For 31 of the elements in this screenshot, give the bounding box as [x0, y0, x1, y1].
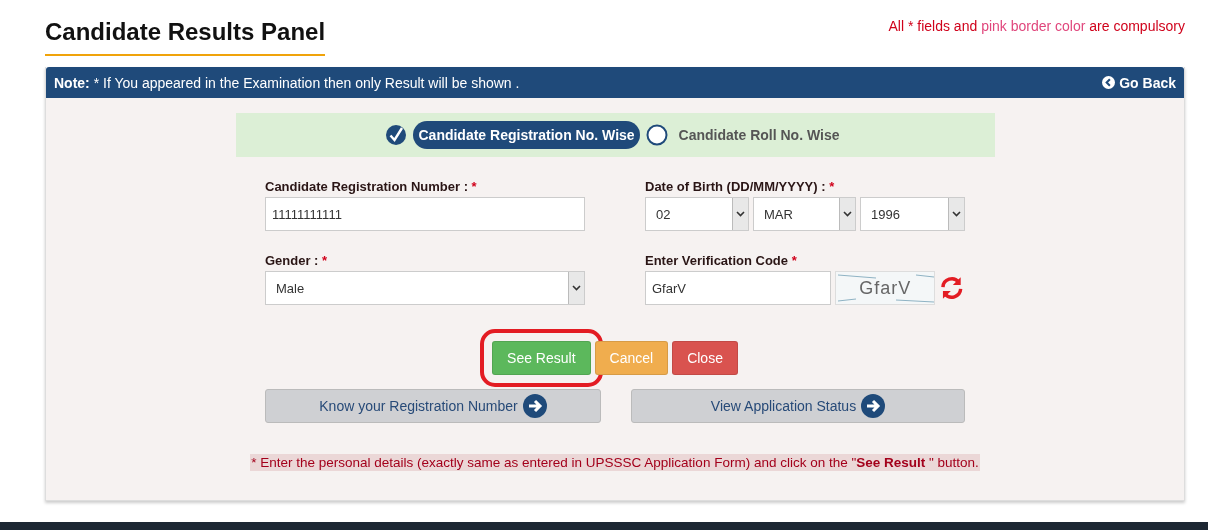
- search-mode-label[interactable]: Candidate Roll No. Wise: [673, 121, 845, 149]
- gender-select[interactable]: Male: [265, 271, 585, 305]
- footnote: * Enter the personal details (exactly same as entered in UPSSSC Application Form) and click on the "See Result " button.: [250, 454, 980, 471]
- search-mode-label[interactable]: Candidate Registration No. Wise: [413, 121, 640, 149]
- radio-checked-icon[interactable]: [385, 124, 408, 146]
- caret-icon: [572, 285, 581, 291]
- field-label: Candidate Registration Number : *: [265, 179, 478, 194]
- month-select[interactable]: MAR: [753, 197, 856, 231]
- caret-icon: [952, 211, 961, 217]
- year-select[interactable]: 1996: [860, 197, 965, 231]
- link-button[interactable]: View Application Status: [631, 389, 965, 423]
- radio-icon[interactable]: [645, 124, 668, 146]
- registration-number-field[interactable]: 11111111111: [265, 197, 585, 231]
- day-select[interactable]: 02: [645, 197, 749, 231]
- caret-icon: [843, 211, 852, 217]
- refresh-icon[interactable]: [939, 276, 965, 300]
- page-title: Candidate Results Panel: [45, 18, 326, 56]
- caret-icon: [736, 211, 745, 217]
- field-label: Date of Birth (DD/MM/YYYY) : *: [645, 179, 836, 194]
- compulsory-note: All * fields and pink border color are compulsory: [888, 18, 1185, 34]
- action-button[interactable]: Close: [672, 341, 738, 375]
- field-label: Enter Verification Code *: [645, 253, 798, 268]
- link-button[interactable]: Know your Registration Number: [265, 389, 601, 423]
- chevron-left-icon: [1102, 76, 1116, 89]
- captcha-image: GfarV: [835, 271, 936, 305]
- note-text: Note: * If You appeared in the Examination then only Result will be shown .: [54, 74, 520, 91]
- arrow-right-icon: [861, 394, 886, 418]
- field-label: Gender : *: [265, 253, 329, 268]
- verification-code-field[interactable]: GfarV: [645, 271, 831, 305]
- go-back-link[interactable]: Go Back: [1102, 74, 1176, 91]
- arrow-right-icon: [522, 394, 547, 418]
